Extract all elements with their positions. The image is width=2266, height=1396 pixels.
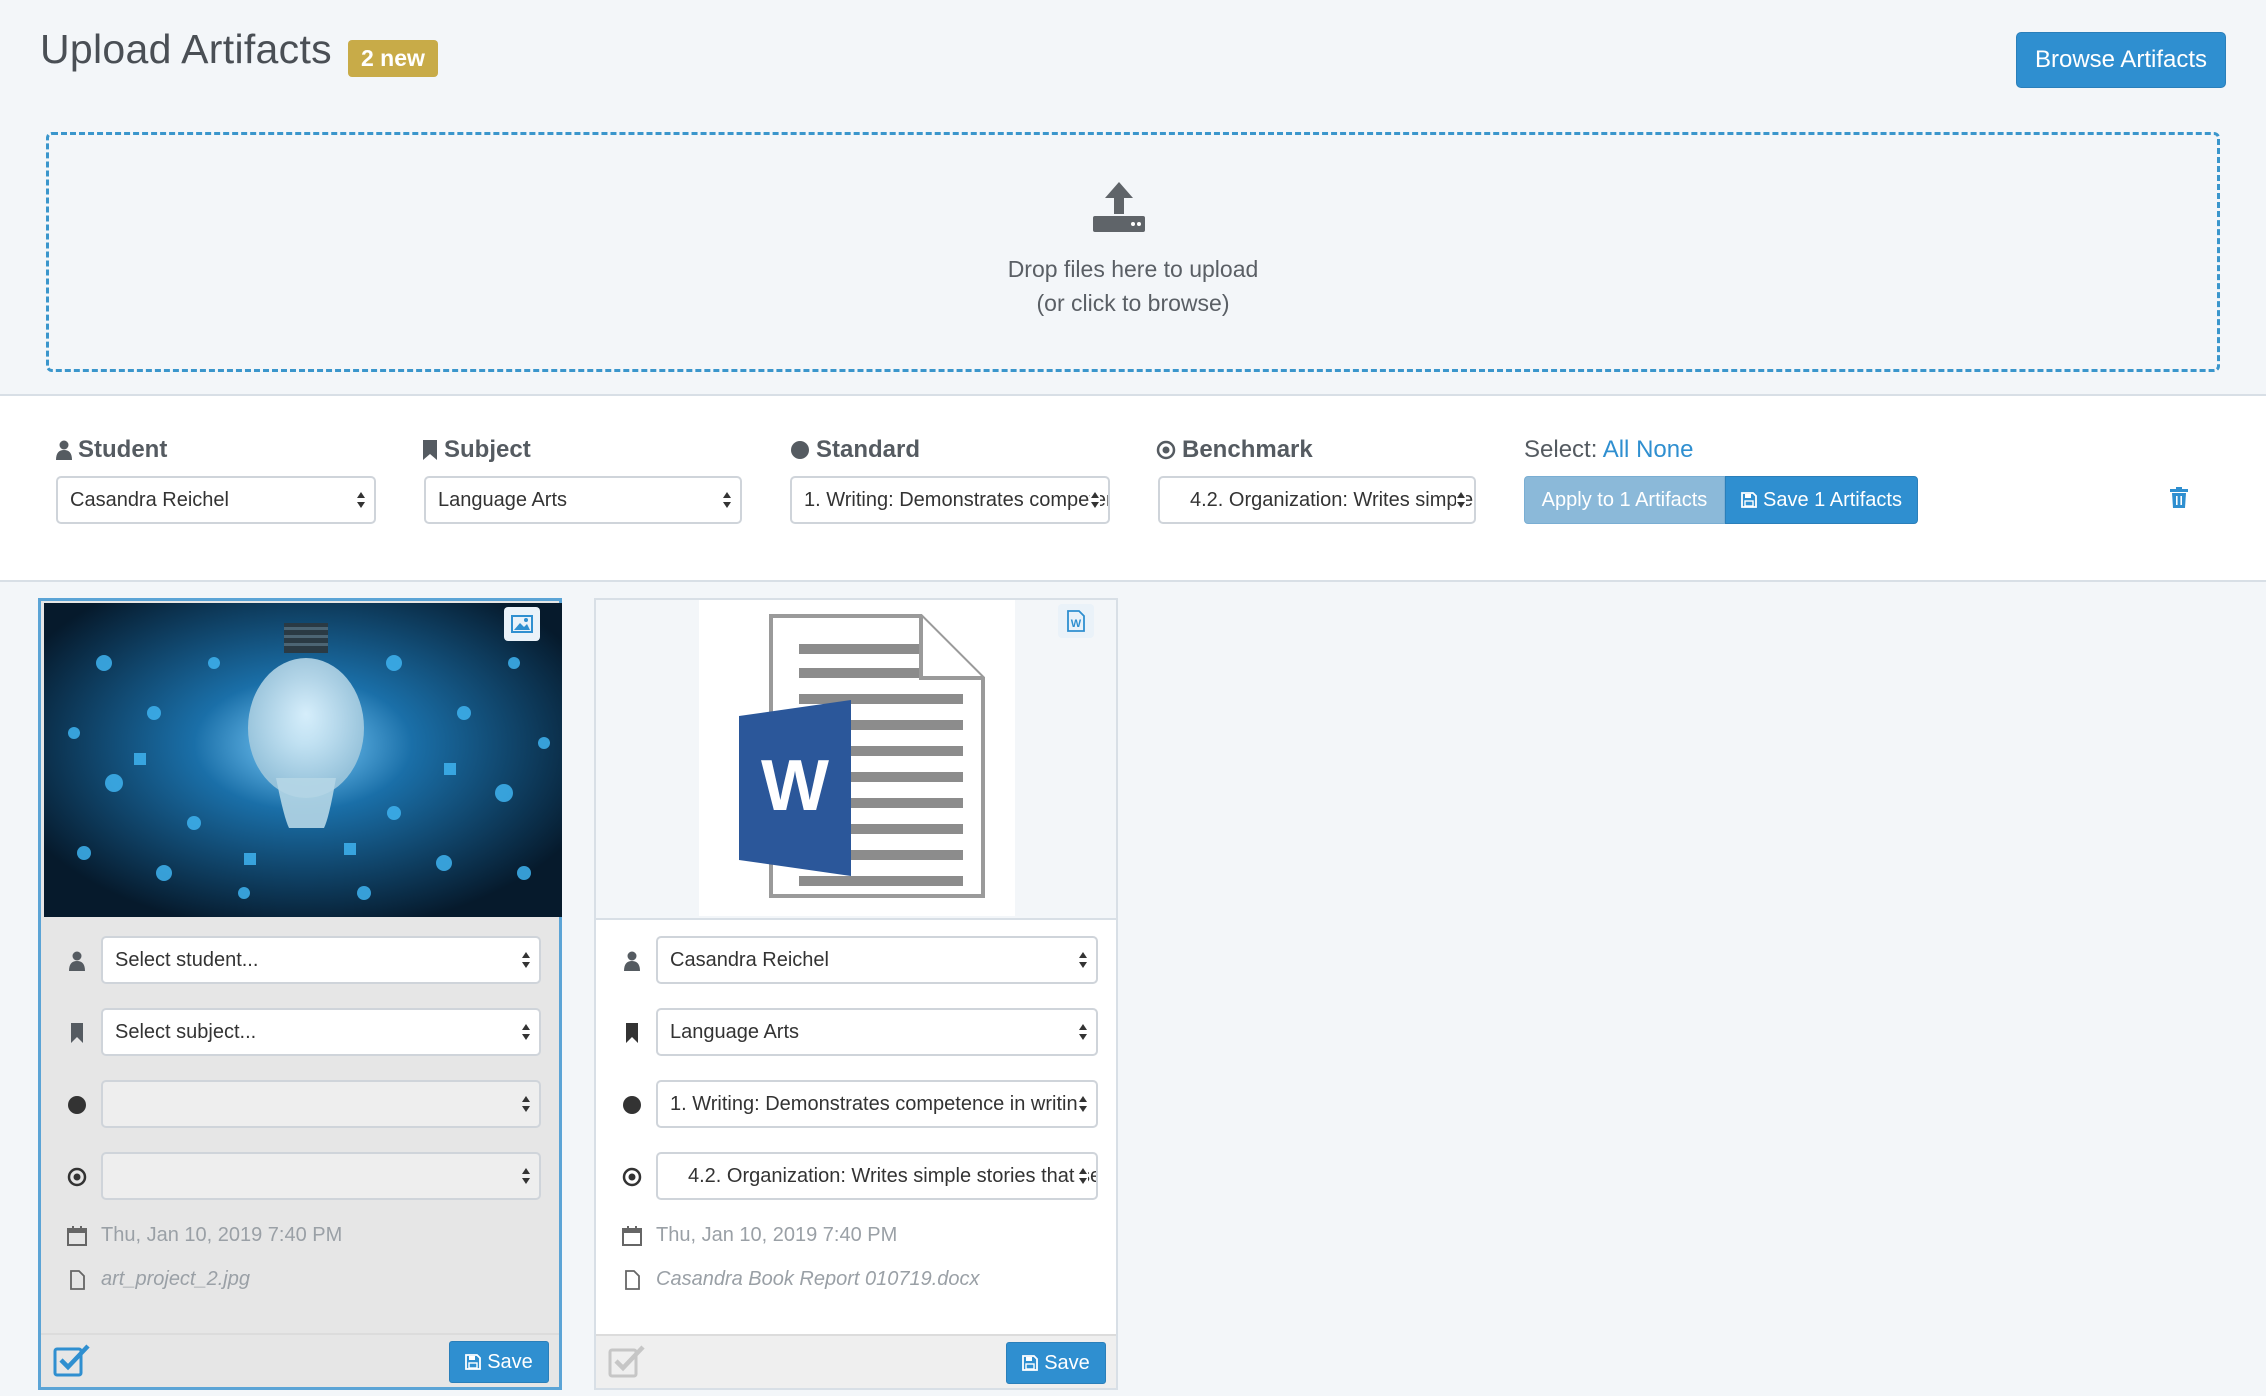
page-title: Upload Artifacts bbox=[40, 26, 332, 72]
file-icon bbox=[70, 1270, 85, 1290]
card-benchmark-select[interactable]: 4.2. Organization: Writes simple stories… bbox=[656, 1152, 1098, 1200]
card-filename: Casandra Book Report 010719.docx bbox=[596, 1265, 1116, 1295]
image-file-icon bbox=[504, 607, 540, 641]
student-filter-label: Student bbox=[56, 436, 167, 464]
circle-icon bbox=[623, 1096, 641, 1114]
card-date: Thu, Jan 10, 2019 7:40 PM bbox=[596, 1221, 1116, 1251]
select-caret-icon bbox=[1078, 1166, 1088, 1186]
card-save-button[interactable]: Save bbox=[1006, 1342, 1106, 1384]
artifact-thumbnail: W W bbox=[596, 600, 1116, 920]
target-icon bbox=[1156, 440, 1176, 460]
svg-text:W: W bbox=[761, 746, 829, 826]
card-footer: Save bbox=[596, 1334, 1116, 1388]
select-caret-icon bbox=[522, 1168, 530, 1184]
card-standard-select[interactable] bbox=[101, 1080, 541, 1128]
select-none-link[interactable]: None bbox=[1636, 436, 1693, 463]
browse-artifacts-button[interactable]: Browse Artifacts bbox=[2016, 32, 2226, 88]
card-subject-row: Language Arts bbox=[596, 1008, 1116, 1058]
select-caret-icon bbox=[522, 952, 530, 968]
card-student-row: Casandra Reichel bbox=[596, 936, 1116, 986]
checkbox-unchecked-icon[interactable] bbox=[608, 1344, 646, 1378]
user-icon bbox=[56, 440, 72, 460]
lightbulb-image bbox=[44, 603, 562, 917]
select-caret-icon bbox=[1079, 1024, 1087, 1040]
calendar-icon bbox=[67, 1226, 87, 1246]
bookmark-icon bbox=[626, 1023, 638, 1043]
select-caret-icon bbox=[522, 1096, 530, 1112]
card-filename: art_project_2.jpg bbox=[41, 1265, 559, 1295]
checkbox-checked-icon[interactable] bbox=[53, 1343, 91, 1377]
word-document-image: W bbox=[699, 600, 1015, 916]
card-standard-select[interactable]: 1. Writing: Demonstrates competence in w… bbox=[656, 1080, 1098, 1128]
bookmark-icon bbox=[423, 440, 437, 460]
artifact-card[interactable]: W W Casandra Reichel Language Arts 1. Wr… bbox=[594, 598, 1118, 1390]
select-caret-icon bbox=[522, 1024, 530, 1040]
card-subject-select[interactable]: Select subject... bbox=[101, 1008, 541, 1056]
floppy-disk-icon bbox=[1022, 1355, 1039, 1371]
card-save-button[interactable]: Save bbox=[449, 1341, 549, 1383]
student-select[interactable]: Casandra Reichel bbox=[56, 476, 376, 524]
card-student-select[interactable]: Casandra Reichel bbox=[656, 936, 1098, 984]
floppy-disk-icon bbox=[1741, 492, 1757, 508]
calendar-icon bbox=[622, 1226, 642, 1246]
svg-text:W: W bbox=[1071, 618, 1082, 630]
select-caret-icon bbox=[1079, 952, 1087, 968]
artifact-thumbnail bbox=[44, 603, 562, 917]
standard-select[interactable]: 1. Writing: Demonstrates competence in w… bbox=[790, 476, 1110, 524]
card-student-select[interactable]: Select student... bbox=[101, 936, 541, 984]
card-subject-row: Select subject... bbox=[41, 1008, 559, 1058]
file-icon bbox=[625, 1270, 640, 1290]
select-all-link[interactable]: All bbox=[1603, 436, 1630, 463]
trash-icon[interactable] bbox=[2170, 487, 2188, 509]
target-icon bbox=[67, 1167, 87, 1187]
dropzone-instruction: Drop files here to upload bbox=[1007, 256, 1259, 282]
bookmark-icon bbox=[71, 1023, 83, 1043]
artifact-card[interactable]: Select student... Select subject... Thu,… bbox=[38, 598, 562, 1390]
card-date: Thu, Jan 10, 2019 7:40 PM bbox=[41, 1221, 559, 1251]
upload-icon bbox=[1093, 182, 1145, 232]
page-header: Upload Artifacts 2 new Browse Artifacts bbox=[0, 0, 2266, 120]
circle-icon bbox=[68, 1096, 86, 1114]
card-benchmark-select[interactable] bbox=[101, 1152, 541, 1200]
select-caret-icon bbox=[1090, 490, 1100, 510]
card-standard-row bbox=[41, 1080, 559, 1130]
save-artifacts-button[interactable]: Save 1 Artifacts bbox=[1725, 476, 1918, 524]
benchmark-filter-label: Benchmark bbox=[1156, 436, 1313, 464]
file-dropzone[interactable] bbox=[46, 132, 2220, 372]
target-icon bbox=[622, 1167, 642, 1187]
benchmark-select[interactable]: 4.2. Organization: Writes simple stories… bbox=[1158, 476, 1476, 524]
subject-select[interactable]: Language Arts bbox=[424, 476, 742, 524]
word-file-icon: W bbox=[1058, 604, 1094, 638]
standard-filter-label: Standard bbox=[790, 436, 920, 464]
circle-icon bbox=[791, 441, 809, 459]
subject-filter-label: Subject bbox=[422, 436, 531, 464]
card-benchmark-row: 4.2. Organization: Writes simple stories… bbox=[596, 1152, 1116, 1202]
card-footer: Save bbox=[41, 1333, 559, 1387]
select-caret-icon bbox=[723, 492, 731, 508]
select-caret-icon bbox=[357, 492, 365, 508]
selection-controls: Select: All None bbox=[1524, 436, 1694, 463]
select-caret-icon bbox=[1456, 490, 1466, 510]
card-subject-select[interactable]: Language Arts bbox=[656, 1008, 1098, 1056]
card-standard-row: 1. Writing: Demonstrates competence in w… bbox=[596, 1080, 1116, 1130]
apply-to-artifacts-button[interactable]: Apply to 1 Artifacts bbox=[1524, 476, 1725, 524]
user-icon bbox=[69, 951, 85, 971]
user-icon bbox=[624, 951, 640, 971]
card-student-row: Select student... bbox=[41, 936, 559, 986]
floppy-disk-icon bbox=[465, 1354, 482, 1370]
bulk-action-buttons: Apply to 1 Artifacts Save 1 Artifacts bbox=[1524, 476, 1918, 524]
select-caret-icon bbox=[1078, 1094, 1088, 1114]
new-count-badge: 2 new bbox=[348, 40, 438, 77]
dropzone-browse-hint: (or click to browse) bbox=[1036, 290, 1230, 316]
card-benchmark-row bbox=[41, 1152, 559, 1202]
